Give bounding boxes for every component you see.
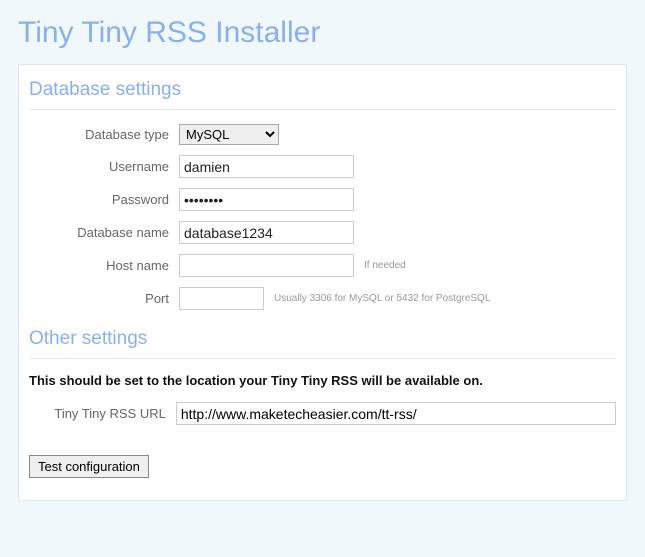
label-port: Port: [29, 291, 179, 306]
label-password: Password: [29, 192, 179, 207]
test-configuration-button[interactable]: Test configuration: [29, 455, 149, 478]
row-db-type: Database type MySQL: [29, 124, 616, 145]
row-dbname: Database name: [29, 221, 616, 244]
label-host: Host name: [29, 258, 179, 273]
label-username: Username: [29, 159, 179, 174]
panel: Database settings Database type MySQL Us…: [18, 64, 627, 501]
host-field[interactable]: [179, 254, 354, 277]
row-host: Host name If needed: [29, 254, 616, 277]
url-field[interactable]: [176, 402, 616, 425]
page-title: Tiny Tiny RSS Installer: [18, 16, 627, 50]
divider: [29, 109, 616, 110]
hint-host: If needed: [364, 260, 406, 271]
label-url: Tiny Tiny RSS URL: [29, 406, 176, 421]
label-dbname: Database name: [29, 225, 179, 240]
url-note: This should be set to the location your …: [29, 373, 616, 388]
installer-wrap: Tiny Tiny RSS Installer Database setting…: [0, 0, 645, 501]
row-username: Username: [29, 155, 616, 178]
row-password: Password: [29, 188, 616, 211]
password-field[interactable]: [179, 188, 354, 211]
username-field[interactable]: [179, 155, 354, 178]
dbname-field[interactable]: [179, 221, 354, 244]
other-heading: Other settings: [29, 328, 616, 352]
divider: [29, 358, 616, 359]
row-url: Tiny Tiny RSS URL: [29, 402, 616, 425]
row-port: Port Usually 3306 for MySQL or 5432 for …: [29, 287, 616, 310]
database-heading: Database settings: [29, 79, 616, 103]
hint-port: Usually 3306 for MySQL or 5432 for Postg…: [274, 293, 490, 304]
db-type-select[interactable]: MySQL: [179, 124, 279, 145]
port-field[interactable]: [179, 287, 264, 310]
label-db-type: Database type: [29, 127, 179, 142]
